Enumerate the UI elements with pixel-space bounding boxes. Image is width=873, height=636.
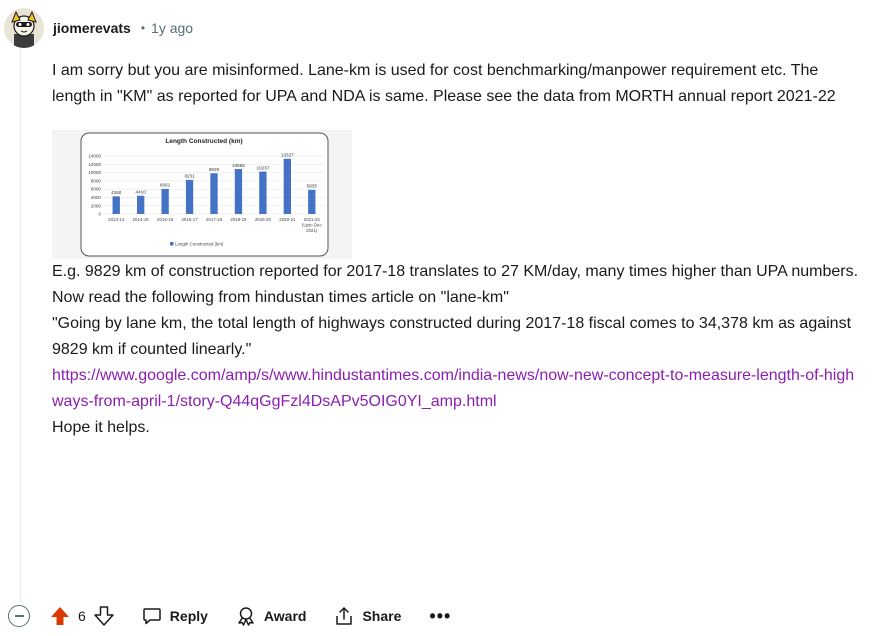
reply-label: Reply: [169, 608, 208, 624]
chart-ytick-label: 10000: [88, 170, 101, 175]
chart-data-label: 13327: [281, 153, 294, 158]
chart-bar: [283, 158, 291, 214]
chart-data-label: 6061: [160, 183, 171, 188]
chart-data-label: 10237: [256, 165, 269, 170]
chart-ytick-label: 4000: [91, 195, 102, 200]
chart-bar: [185, 179, 194, 214]
chart-title: Length Constructed (km): [165, 138, 242, 145]
chart-xtick-label: 2014-15: [133, 217, 150, 222]
avatar[interactable]: [4, 8, 44, 48]
chart-legend-label: Length Constructed (km): [175, 241, 224, 246]
chart-xtick-label: 2017-18: [206, 217, 223, 222]
chart-xtick-label: 2021-22: [304, 217, 321, 222]
chart-ytick-label: 6000: [91, 187, 102, 192]
share-upload-icon: [336, 607, 353, 625]
username[interactable]: jiomerevats: [53, 20, 131, 36]
vote-group: 6: [50, 606, 114, 626]
bar-chart: Length Constructed (km) 14000 12000 10000 8…: [80, 132, 329, 257]
chart-bar: [259, 171, 267, 214]
share-label: Share: [362, 608, 402, 624]
upvote-arrow-icon[interactable]: [50, 606, 70, 626]
chart-data-label: 5835: [307, 184, 318, 189]
chart-ytick-label: 2000: [91, 203, 102, 208]
share-button[interactable]: Share: [334, 606, 401, 626]
chart-image[interactable]: Length Constructed (km) 14000 12000 10000 8…: [52, 130, 352, 259]
chart-xtick-label: 2020-21: [279, 217, 296, 222]
comment-body: I am sorry but you are misinformed. Lane…: [52, 58, 864, 441]
downvote-arrow-icon[interactable]: [94, 606, 114, 626]
chart-xtick-label: 2021): [306, 228, 318, 233]
collapse-minus-icon[interactable]: [8, 605, 30, 627]
chart-xtick-label: 2013-14: [108, 217, 125, 222]
chart-ytick-label: 12000: [88, 162, 101, 167]
chart-bar: [112, 196, 120, 214]
article-link[interactable]: https://www.google.com/amp/s/www.hindust…: [52, 363, 864, 415]
chart-data-label: 9829: [209, 167, 220, 172]
chart-bar: [308, 189, 316, 214]
comment-actions: 6 Reply Award Share •••: [8, 598, 451, 634]
award-button[interactable]: Award: [236, 606, 307, 626]
comment-paragraph: Hope it helps.: [52, 419, 150, 436]
comment-header: jiomerevats • 1y ago: [4, 6, 193, 50]
chart-bar: [137, 195, 145, 214]
reply-button[interactable]: Reply: [142, 606, 208, 626]
timestamp[interactable]: 1y ago: [151, 20, 193, 36]
speech-bubble-icon: [143, 608, 161, 625]
thread-line: [20, 46, 21, 602]
comment-paragraph: E.g. 9829 km of construction reported fo…: [52, 263, 859, 280]
chart-xtick-label: (Upto Dec: [302, 223, 323, 228]
meta-separator: •: [140, 21, 146, 35]
vote-count: 6: [78, 608, 86, 624]
chart-legend-swatch: [170, 242, 174, 246]
chart-xtick-label: 2015-16: [157, 217, 174, 222]
chart-bar: [234, 169, 243, 214]
chart-bar: [161, 188, 169, 214]
chart-data-label: 10855: [232, 163, 245, 168]
award-label: Award: [263, 608, 307, 624]
chart-data-label: 4410: [136, 190, 147, 195]
chart-ytick-label: 14000: [88, 154, 101, 159]
more-options-button[interactable]: •••: [429, 606, 451, 627]
chart-ytick-label: 8000: [91, 178, 102, 183]
comment-paragraph: Now read the following from hindustan ti…: [52, 289, 509, 306]
chart-ytick-label: 0: [98, 212, 101, 217]
chart-bar: [210, 173, 218, 214]
chart-xtick-label: 2018-19: [230, 217, 247, 222]
comment-paragraph: "Going by lane km, the total length of h…: [52, 315, 852, 358]
chart-data-label: 4260: [111, 190, 122, 195]
chart-data-label: 8231: [184, 174, 195, 179]
award-ribbon-icon: [238, 607, 254, 626]
chart-xtick-label: 2019-20: [255, 217, 272, 222]
chart-xtick-label: 2016-17: [181, 217, 198, 222]
comment-paragraph: I am sorry but you are misinformed. Lane…: [52, 62, 836, 105]
